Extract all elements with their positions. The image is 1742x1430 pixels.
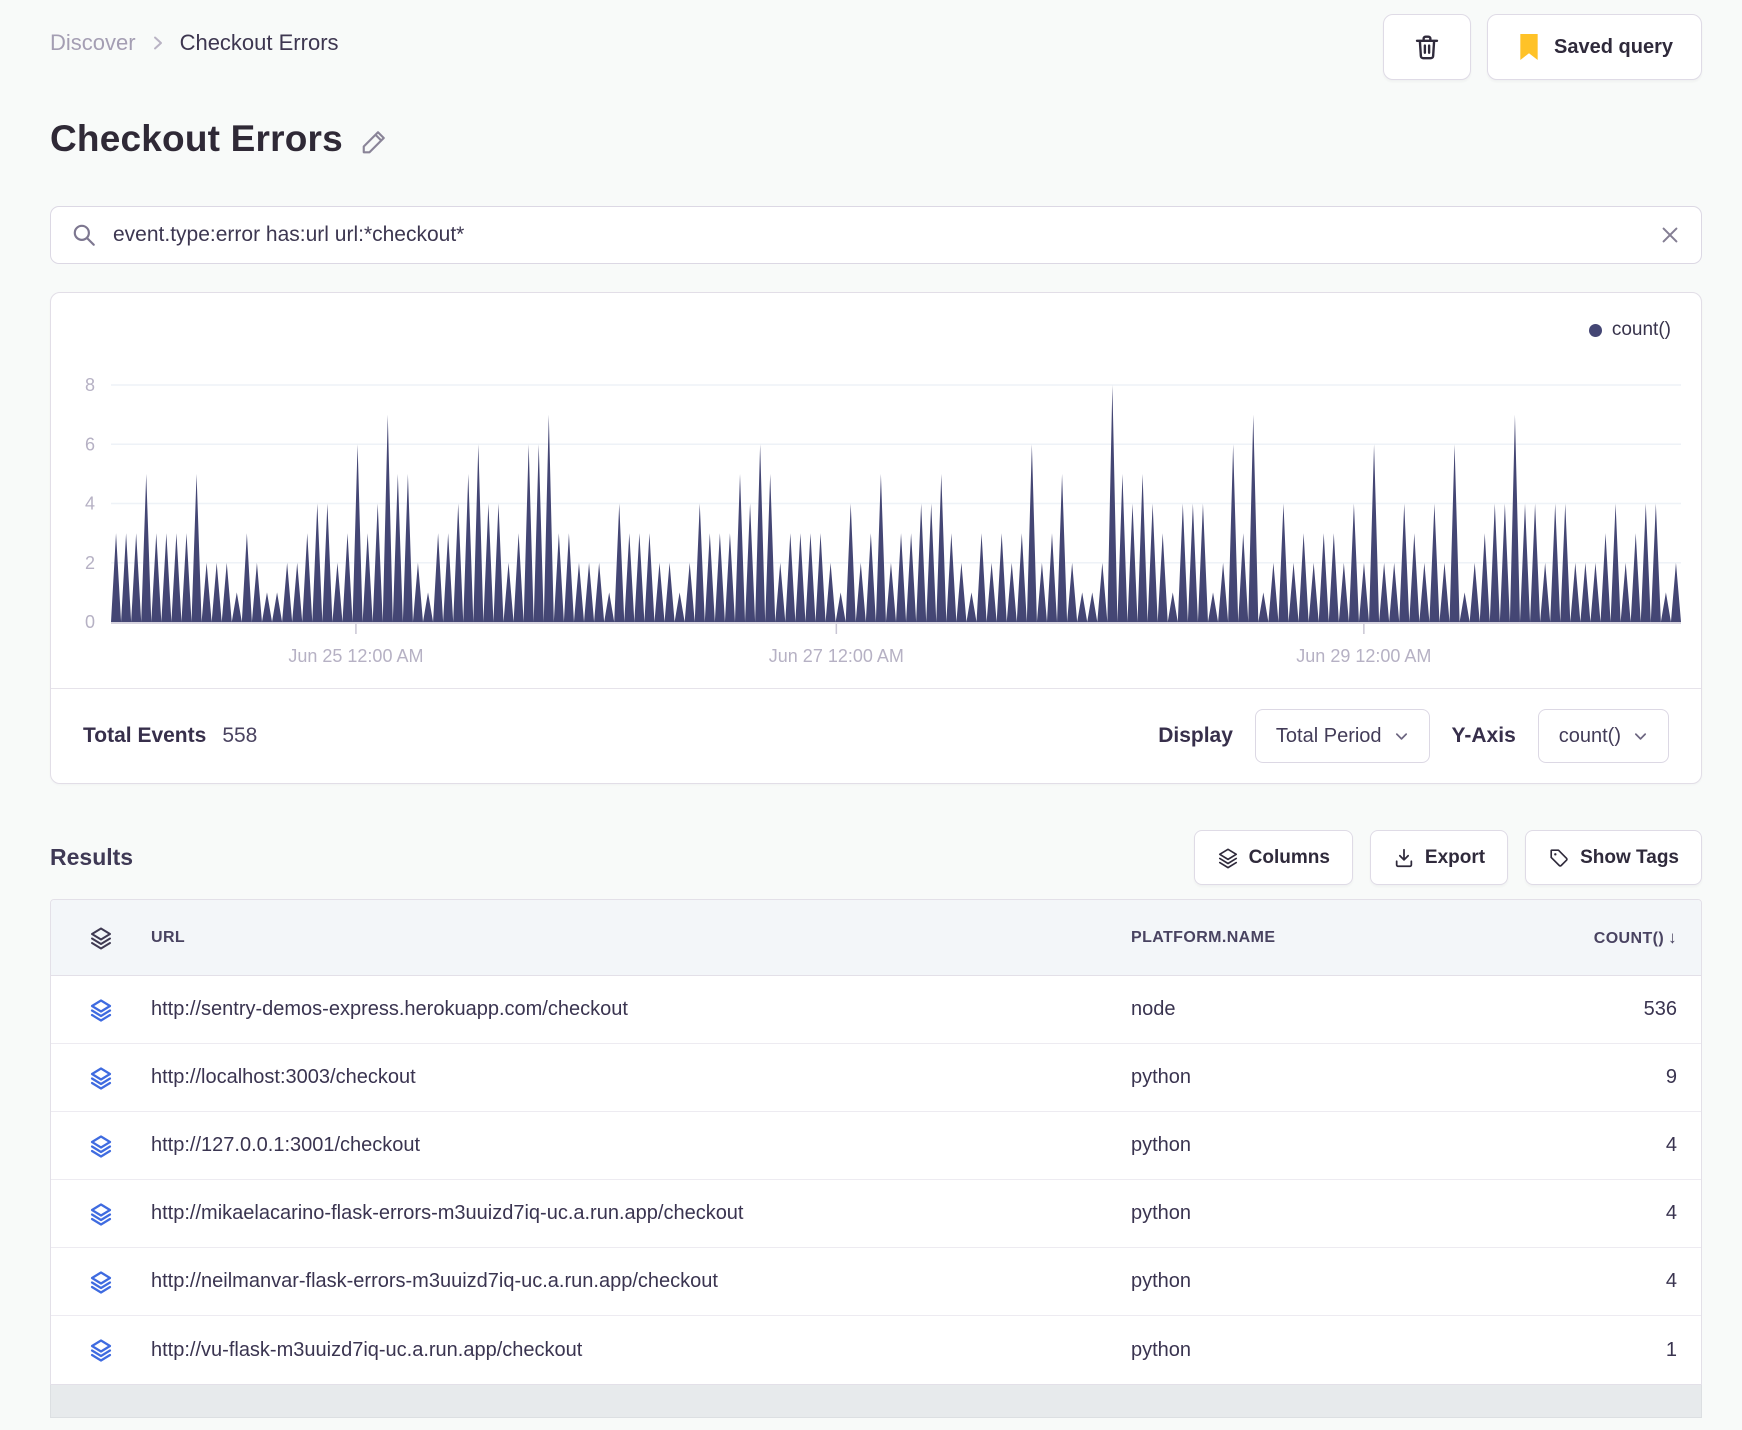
row-url: http://mikaelacarino-flask-errors-m3uuiz… [151,1202,744,1224]
row-url: http://localhost:3003/checkout [151,1066,416,1088]
row-actions-icon[interactable] [51,1202,151,1226]
row-count: 4 [1665,1270,1677,1292]
row-count: 536 [1643,998,1677,1020]
svg-text:Jun 27 12:00 AM: Jun 27 12:00 AM [769,646,904,666]
row-count: 1 [1665,1338,1677,1361]
row-count: 4 [1665,1202,1677,1224]
chart-footer: Total Events 558 Display Total Period Y-… [51,688,1701,783]
column-header-count[interactable]: COUNT() ↓ [1571,928,1701,948]
column-actions-icon[interactable] [51,926,151,950]
total-events-label: Total Events [83,724,207,747]
columns-label: Columns [1248,846,1330,868]
search-input[interactable] [113,223,1643,247]
bookmark-icon [1516,32,1542,62]
saved-query-button[interactable]: Saved query [1487,14,1702,80]
tag-icon [1548,847,1570,869]
row-platform: python [1131,1270,1192,1292]
table-row: http://sentry-demos-express.herokuapp.co… [51,976,1701,1044]
row-platform: python [1131,1338,1192,1361]
row-count: 4 [1665,1134,1677,1156]
count-header-label: COUNT() [1593,929,1665,947]
svg-text:6: 6 [85,434,95,454]
search-icon [71,222,97,248]
row-actions-icon[interactable] [51,1066,151,1090]
table-row: http://neilmanvar-flask-errors-m3uuizd7i… [51,1248,1701,1316]
page-title: Checkout Errors [50,118,343,159]
chart-controls: Display Total Period Y-Axis count() [1158,709,1669,763]
chevron-down-icon [1633,729,1648,744]
breadcrumb-discover[interactable]: Discover [50,30,136,56]
yaxis-dropdown-value: count() [1558,724,1621,747]
sort-descending-icon: ↓ [1668,927,1677,947]
svg-text:2: 2 [85,553,95,573]
title-row: Checkout Errors [50,118,1702,160]
row-platform: python [1131,1134,1192,1156]
column-header-platform[interactable]: PLATFORM.NAME [1131,929,1571,947]
saved-query-label: Saved query [1554,35,1673,58]
chevron-right-icon [150,35,166,51]
row-url: http://127.0.0.1:3001/checkout [151,1134,421,1156]
row-platform: python [1131,1066,1192,1088]
search-bar [50,206,1702,264]
table-row: http://localhost:3003/checkout python 9 [51,1044,1701,1112]
top-bar: Discover Checkout Errors Saved query [50,0,1702,80]
svg-text:Jun 25 12:00 AM: Jun 25 12:00 AM [288,646,423,666]
results-heading: Results [50,844,134,870]
export-button[interactable]: Export [1369,830,1509,885]
table-row: http://mikaelacarino-flask-errors-m3uuiz… [51,1180,1701,1248]
breadcrumb: Discover Checkout Errors [50,30,339,56]
row-actions-icon[interactable] [51,1270,151,1294]
show-tags-label: Show Tags [1580,846,1679,868]
row-url: http://neilmanvar-flask-errors-m3uuizd7i… [151,1270,718,1292]
table-cutoff-band [50,1385,1702,1418]
yaxis-dropdown[interactable]: count() [1537,709,1669,763]
svg-text:4: 4 [85,494,95,514]
row-actions-icon[interactable] [51,1134,151,1158]
table-header-row: URL PLATFORM.NAME COUNT() ↓ [51,900,1701,976]
row-platform: node [1131,998,1176,1020]
yaxis-label: Y-Axis [1451,724,1516,747]
column-header-url[interactable]: URL [151,929,1131,947]
events-area-chart: 0 2 4 6 8 Jun 25 12:00 AM Jun 27 12:00 AM Jun 2… [85,375,1681,666]
chevron-down-icon [1394,729,1409,744]
trash-icon [1412,31,1442,63]
download-icon [1393,847,1415,869]
row-url: http://sentry-demos-express.herokuapp.co… [151,998,628,1020]
row-url: http://vu-flask-m3uuizd7iq-uc.a.run.app/… [151,1338,583,1361]
row-count: 9 [1665,1066,1677,1088]
discover-page: Discover Checkout Errors Saved query Che… [0,0,1742,1430]
delete-query-button[interactable] [1383,14,1472,80]
results-table: URL PLATFORM.NAME COUNT() ↓ http://sentry… [50,899,1702,1385]
events-chart-panel: count() 0 2 4 6 8 Jun 25 12:00 AM Jun 27 12:00… [50,292,1702,784]
results-header-row: Results Columns Export Show Tags [50,830,1702,885]
layers-icon [1217,847,1239,869]
clear-search-icon[interactable] [1659,224,1681,246]
row-actions-icon[interactable] [51,998,151,1022]
display-dropdown[interactable]: Total Period [1254,709,1430,763]
svg-text:8: 8 [85,375,95,395]
edit-title-icon[interactable] [359,127,389,157]
breadcrumb-current: Checkout Errors [179,30,339,55]
columns-button[interactable]: Columns [1193,830,1353,885]
table-row: http://127.0.0.1:3001/checkout python 4 [51,1112,1701,1180]
export-label: Export [1424,846,1486,868]
show-tags-button[interactable]: Show Tags [1525,830,1702,885]
row-platform: python [1131,1202,1192,1224]
svg-text:Jun 29 12:00 AM: Jun 29 12:00 AM [1296,646,1431,666]
header-actions: Saved query [1383,14,1702,80]
total-events: Total Events 558 [83,724,257,748]
table-row: http://vu-flask-m3uuizd7iq-uc.a.run.app/… [51,1316,1701,1384]
display-label: Display [1158,724,1233,747]
results-buttons: Columns Export Show Tags [1193,830,1702,885]
svg-text:0: 0 [85,612,95,632]
total-events-value: 558 [222,724,258,747]
display-dropdown-value: Total Period [1275,724,1382,747]
row-actions-icon[interactable] [51,1338,151,1362]
